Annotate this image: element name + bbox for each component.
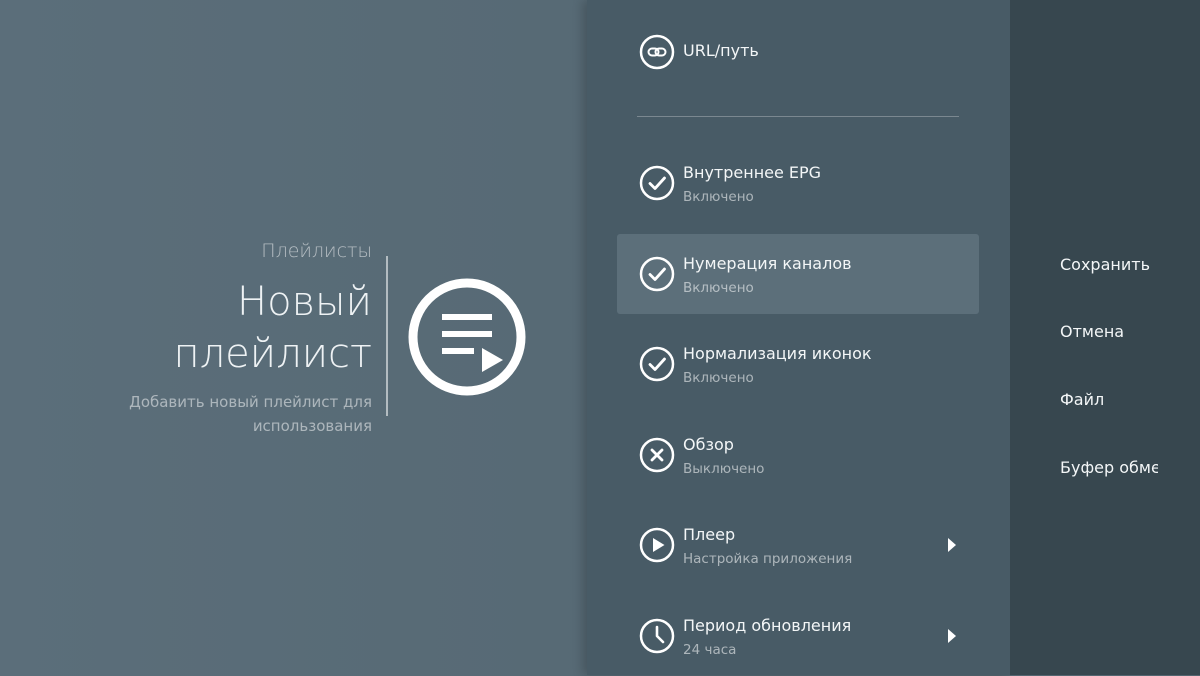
action-label: Период обновления — [683, 616, 852, 635]
action-overview[interactable]: Обзор Выключено — [617, 415, 979, 495]
action-url-path[interactable]: URL/путь — [617, 12, 979, 92]
guidance-panel: Плейлисты Новый плейлист Добавить новый … — [0, 0, 587, 675]
action-channel-numbering[interactable]: Нумерация каналов Включено — [617, 234, 979, 314]
title-line-2: плейлист — [173, 331, 372, 377]
page-description: Добавить новый плейлист для использовани… — [129, 393, 372, 435]
page-title: Новый плейлист — [12, 276, 372, 380]
file-button[interactable]: Файл — [1060, 390, 1200, 420]
link-icon — [639, 34, 675, 70]
cancel-button[interactable]: Отмена — [1060, 322, 1200, 352]
action-sublabel: Включено — [683, 189, 754, 205]
actions-divider — [637, 116, 959, 117]
actions-panel: URL/путь Внутреннее EPG Включено Нумерац… — [587, 0, 1010, 675]
action-label: Внутреннее EPG — [683, 163, 822, 182]
save-button[interactable]: Сохранить — [1060, 255, 1200, 285]
check-circle-icon — [639, 346, 675, 382]
action-label: Плеер — [683, 525, 736, 544]
action-icon-normalization[interactable]: Нормализация иконок Включено — [617, 324, 979, 404]
clipboard-button[interactable]: Буфер обмена — [1060, 458, 1158, 488]
action-sublabel: Настройка приложения — [683, 551, 853, 567]
play-circle-icon — [639, 527, 675, 563]
action-label: Нормализация иконок — [683, 344, 872, 363]
breadcrumb: Плейлисты — [261, 240, 372, 262]
action-label: Обзор — [683, 435, 734, 454]
action-sublabel: Включено — [683, 370, 754, 386]
action-label: Нумерация каналов — [683, 254, 852, 273]
guidance-divider — [386, 256, 388, 416]
chevron-right-icon — [948, 538, 956, 552]
check-circle-icon — [639, 165, 675, 201]
action-sublabel: Выключено — [683, 461, 765, 477]
action-sublabel: 24 часа — [683, 642, 737, 658]
action-sublabel: Включено — [683, 280, 754, 296]
action-internal-epg[interactable]: Внутреннее EPG Включено — [617, 143, 979, 223]
button-actions-panel: Сохранить Отмена Файл Буфер обмена — [1010, 0, 1200, 675]
action-player[interactable]: Плеер Настройка приложения — [617, 505, 979, 585]
check-circle-icon — [639, 256, 675, 292]
x-circle-icon — [639, 437, 675, 473]
action-label: URL/путь — [683, 41, 759, 60]
guidance-text: Плейлисты Новый плейлист Добавить новый … — [12, 240, 372, 438]
playlist-play-icon — [408, 278, 526, 396]
clock-icon — [639, 618, 675, 654]
title-line-1: Новый — [237, 279, 372, 325]
chevron-right-icon — [948, 629, 956, 643]
action-refresh-period[interactable]: Период обновления 24 часа — [617, 596, 979, 676]
